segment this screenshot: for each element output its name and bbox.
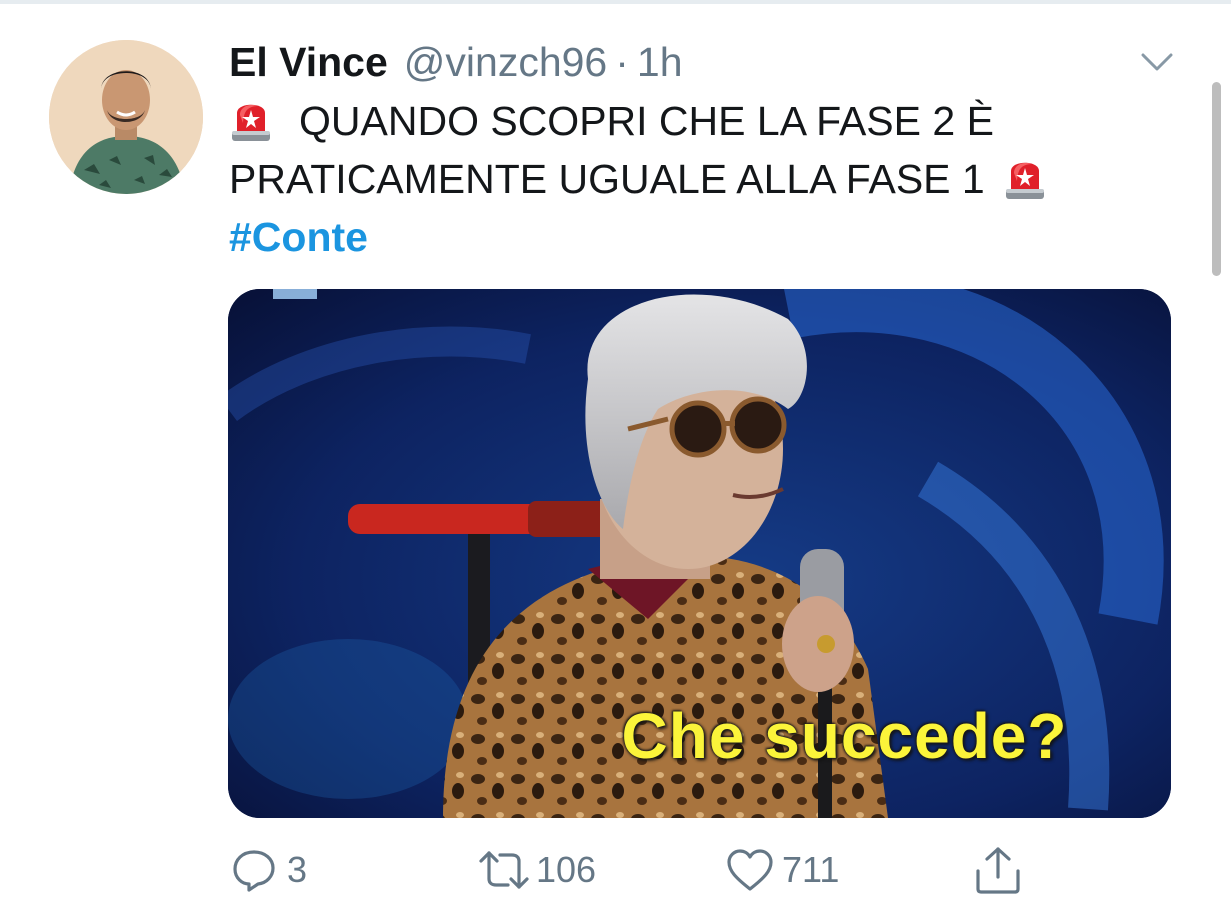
tweet-actions: 3 106 711 — [0, 842, 1231, 902]
tweet-header: El Vince @vinzch96 · 1h — [229, 36, 683, 88]
tweet-time[interactable]: 1h — [637, 36, 683, 88]
retweet-count: 106 — [536, 849, 597, 890]
tweet-text-line-2: PRATICAMENTE UGUALE ALLA FASE 1 — [229, 150, 1189, 208]
police-car-light-emoji — [1003, 153, 1047, 201]
heart-icon — [727, 849, 773, 891]
retweet-button[interactable]: 106 — [478, 842, 596, 898]
separator-dot: · — [615, 39, 629, 85]
reply-button[interactable]: 3 — [231, 842, 307, 898]
tweet-text: QUANDO SCOPRI CHE LA FASE 2 È PRATICAMEN… — [229, 92, 1189, 266]
tweet-text-content-1: QUANDO SCOPRI CHE LA FASE 2 È — [299, 98, 994, 144]
scrollbar[interactable] — [1212, 82, 1221, 276]
author-name[interactable]: El Vince — [229, 36, 388, 88]
like-button[interactable]: 711 — [726, 842, 839, 898]
top-divider — [0, 0, 1231, 4]
media-caption: Che succede? — [621, 700, 1068, 772]
tweet-text-line-3: #Conte — [229, 208, 1189, 266]
avatar-photo — [49, 40, 203, 194]
reply-icon — [233, 850, 275, 892]
retweet-icon — [479, 851, 529, 889]
chevron-down-icon[interactable] — [1140, 50, 1174, 74]
like-count: 711 — [782, 849, 840, 890]
tweet-media[interactable]: Che succede? — [228, 289, 1171, 818]
share-button[interactable] — [974, 842, 1022, 898]
reply-count: 3 — [287, 849, 308, 890]
hashtag-link[interactable]: #Conte — [229, 214, 368, 260]
police-car-light-emoji — [229, 95, 273, 143]
share-icon — [976, 847, 1020, 894]
author-handle[interactable]: @vinzch96 — [404, 36, 607, 88]
tweet-text-line-1: QUANDO SCOPRI CHE LA FASE 2 È — [229, 92, 1189, 150]
avatar[interactable] — [49, 40, 203, 194]
tweet-text-content-2: PRATICAMENTE UGUALE ALLA FASE 1 — [229, 156, 985, 202]
